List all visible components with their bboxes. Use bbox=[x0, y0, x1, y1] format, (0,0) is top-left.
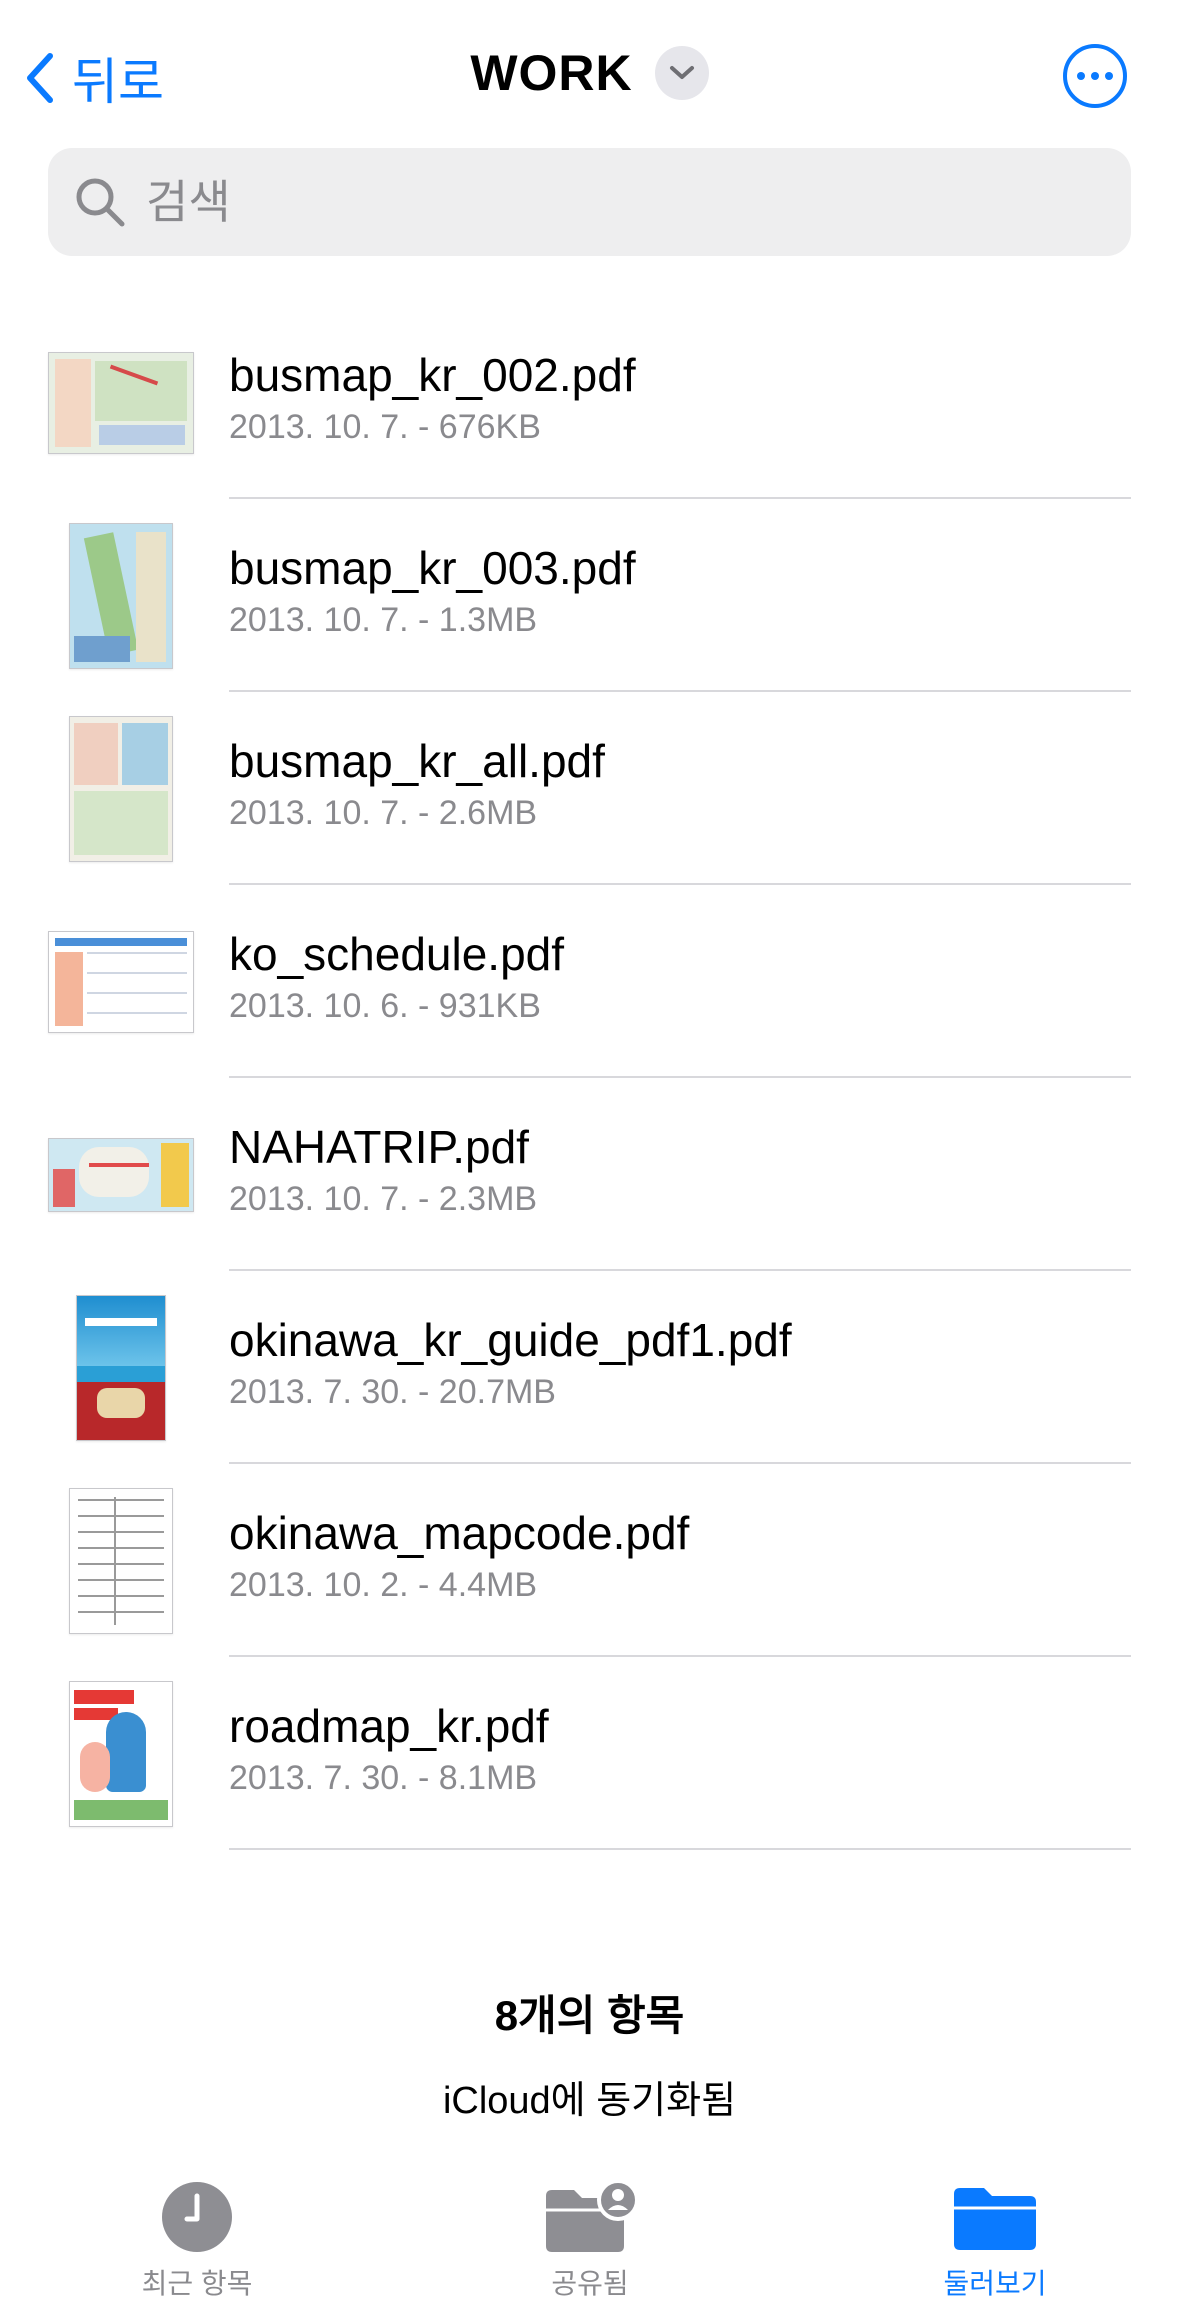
search-icon bbox=[76, 178, 125, 227]
file-thumbnail bbox=[48, 499, 194, 692]
folder-icon bbox=[954, 2188, 1036, 2250]
tab-label: 최근 항목 bbox=[141, 2268, 253, 2299]
tab-recents[interactable]: 최근 항목 bbox=[72, 2180, 322, 2302]
item-count: 8개의 항목 bbox=[494, 1992, 685, 2039]
file-thumbnail bbox=[48, 306, 194, 499]
file-row[interactable]: busmap_kr_003.pdf 2013. 10. 7. - 1.3MB bbox=[0, 499, 1179, 692]
file-thumbnail bbox=[48, 1078, 194, 1271]
title-menu[interactable]: WORK bbox=[0, 44, 1179, 102]
file-name: busmap_kr_003.pdf bbox=[229, 542, 636, 594]
navigation-bar: 뒤로 WORK bbox=[0, 0, 1179, 140]
file-name: okinawa_mapcode.pdf bbox=[229, 1507, 690, 1559]
file-row[interactable]: ko_schedule.pdf 2013. 10. 6. - 931KB bbox=[0, 885, 1179, 1078]
file-meta: 2013. 10. 7. - 2.3MB bbox=[229, 1180, 538, 1218]
search-input[interactable] bbox=[144, 174, 1048, 230]
file-row[interactable]: roadmap_kr.pdf 2013. 7. 30. - 8.1MB bbox=[0, 1657, 1179, 1850]
file-thumbnail bbox=[48, 1271, 194, 1464]
file-name: roadmap_kr.pdf bbox=[229, 1700, 549, 1752]
tab-label: 둘러보기 bbox=[943, 2268, 1047, 2299]
file-thumbnail bbox=[48, 1464, 194, 1657]
file-meta: 2013. 10. 6. - 931KB bbox=[229, 987, 541, 1025]
file-thumbnail bbox=[48, 1657, 194, 1850]
file-name: busmap_kr_all.pdf bbox=[229, 735, 605, 787]
file-meta: 2013. 10. 2. - 4.4MB bbox=[229, 1566, 538, 1604]
list-footer: 8개의 항목 iCloud에 동기화됨 bbox=[0, 1982, 1179, 2124]
ellipsis-icon bbox=[1077, 72, 1085, 80]
file-list: busmap_kr_002.pdf 2013. 10. 7. - 676KB b… bbox=[0, 306, 1179, 1850]
file-row[interactable]: okinawa_kr_guide_pdf1.pdf 2013. 7. 30. -… bbox=[0, 1271, 1179, 1464]
file-meta: 2013. 10. 7. - 2.6MB bbox=[229, 794, 538, 832]
file-meta: 2013. 10. 7. - 1.3MB bbox=[229, 601, 538, 639]
divider bbox=[229, 1848, 1131, 1850]
file-meta: 2013. 10. 7. - 676KB bbox=[229, 408, 541, 446]
file-thumbnail bbox=[48, 692, 194, 885]
tab-bar: 최근 항목 공유됨 둘러보기 bbox=[0, 2180, 1179, 2319]
file-meta: 2013. 7. 30. - 8.1MB bbox=[229, 1759, 538, 1797]
tab-label: 공유됨 bbox=[551, 2268, 629, 2299]
tab-shared[interactable]: 공유됨 bbox=[465, 2180, 715, 2302]
file-row[interactable]: NAHATRIP.pdf 2013. 10. 7. - 2.3MB bbox=[0, 1078, 1179, 1271]
page-title: WORK bbox=[470, 45, 633, 101]
chevron-down-icon bbox=[654, 46, 709, 100]
file-name: NAHATRIP.pdf bbox=[229, 1121, 529, 1173]
file-row[interactable]: busmap_kr_all.pdf 2013. 10. 7. - 2.6MB bbox=[0, 692, 1179, 885]
sync-status: iCloud에 동기화됨 bbox=[442, 2080, 737, 2122]
file-row[interactable]: okinawa_mapcode.pdf 2013. 10. 2. - 4.4MB bbox=[0, 1464, 1179, 1657]
more-options-button[interactable] bbox=[1063, 44, 1127, 108]
file-name: busmap_kr_002.pdf bbox=[229, 349, 636, 401]
file-row[interactable]: busmap_kr_002.pdf 2013. 10. 7. - 676KB bbox=[0, 306, 1179, 499]
file-thumbnail bbox=[48, 885, 194, 1078]
shared-folder-icon bbox=[546, 2180, 638, 2252]
clock-icon bbox=[162, 2182, 232, 2252]
tab-browse[interactable]: 둘러보기 bbox=[870, 2180, 1120, 2302]
file-name: ko_schedule.pdf bbox=[229, 928, 565, 980]
file-meta: 2013. 7. 30. - 20.7MB bbox=[229, 1373, 556, 1411]
search-field[interactable] bbox=[48, 148, 1131, 256]
file-name: okinawa_kr_guide_pdf1.pdf bbox=[229, 1314, 792, 1366]
